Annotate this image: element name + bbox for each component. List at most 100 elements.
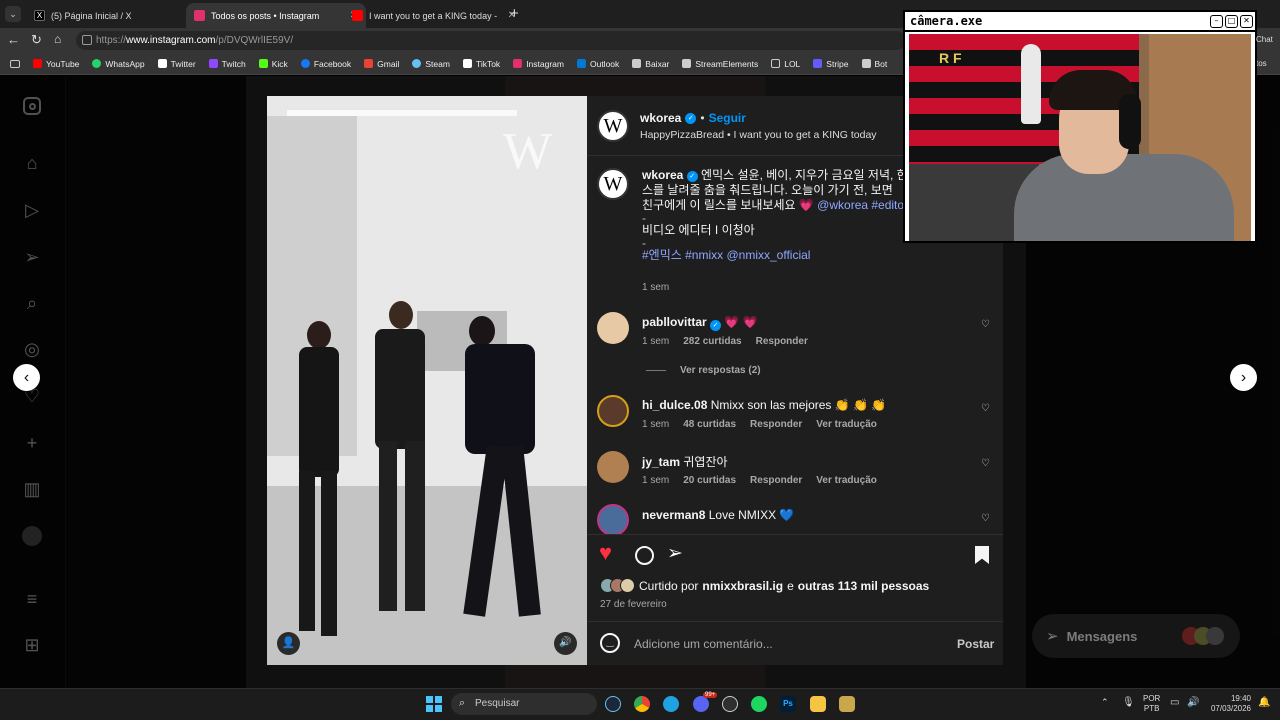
reply-button[interactable]: Responder — [756, 336, 808, 347]
comment-avatar[interactable] — [597, 312, 629, 344]
ceiling-light — [287, 110, 517, 116]
emoji-icon[interactable]: ‿ — [600, 633, 620, 653]
comment-username[interactable]: hi_dulce.08 — [642, 398, 707, 412]
url-prefix: https:// — [96, 35, 127, 46]
windows-start-icon[interactable] — [426, 696, 442, 712]
reading-list-icon[interactable] — [10, 59, 20, 68]
headphones — [1119, 94, 1141, 149]
comment-input[interactable]: Adicione um comentário... — [634, 637, 773, 651]
audio-attribution[interactable]: HappyPizzaBread • I want you to get a KI… — [640, 129, 877, 141]
comment-likes[interactable]: 48 curtidas — [683, 419, 736, 430]
tab-list-button[interactable]: ⌄ — [5, 6, 21, 22]
bookmark-lol[interactable]: LOL — [771, 59, 800, 69]
tray-chevron-icon[interactable]: ⌃ — [1101, 697, 1109, 708]
microphone-icon[interactable]: 🎙 — [1122, 697, 1135, 708]
whatsapp-icon — [92, 59, 102, 68]
edge-app-icon[interactable] — [663, 696, 679, 712]
network-icon[interactable]: ▭ — [1170, 697, 1179, 708]
folder-icon — [771, 59, 781, 68]
home-icon[interactable]: ⌂ — [54, 32, 61, 46]
url-field[interactable]: https://www.instagram.com/p/DVQWrlIE59V/ — [76, 31, 906, 50]
comment-avatar[interactable] — [597, 451, 629, 483]
reply-button[interactable]: Responder — [750, 419, 802, 430]
author-username[interactable]: wkorea — [640, 111, 681, 125]
bookmark-facebook[interactable]: Facebook — [300, 59, 351, 69]
reload-icon[interactable]: ↻ — [31, 32, 42, 48]
volume-icon[interactable]: 🔊 — [1187, 697, 1199, 708]
tab-x-home[interactable]: X (5) Página Inicial / X ✕ — [26, 3, 206, 28]
like-comment-icon[interactable]: ♡ — [981, 403, 990, 414]
bookmark-whatsapp[interactable]: WhatsApp — [92, 59, 145, 69]
bookmark-twitter[interactable]: Twitter — [157, 59, 196, 69]
comment-likes[interactable]: 20 curtidas — [683, 475, 736, 486]
spotify-app-icon[interactable] — [751, 696, 767, 712]
previous-post-button[interactable]: ‹ — [13, 364, 40, 391]
post-comment-button[interactable]: Postar — [957, 637, 994, 651]
like-comment-icon[interactable]: ♡ — [981, 458, 990, 469]
like-heart-icon[interactable]: ♥ — [599, 540, 612, 566]
like-comment-icon[interactable]: ♡ — [981, 513, 990, 524]
notification-bell-icon[interactable]: 🔔 — [1258, 697, 1270, 708]
translate-button[interactable]: Ver tradução — [816, 475, 877, 486]
comment-avatar[interactable] — [597, 504, 629, 536]
comment-username[interactable]: jy_tam — [642, 455, 680, 469]
new-tab-button[interactable]: + — [510, 5, 519, 22]
language-indicator[interactable]: POR PTB — [1143, 694, 1160, 714]
bookmark-youtube[interactable]: YouTube — [33, 59, 79, 69]
caption-username[interactable]: wkorea — [642, 168, 683, 182]
bookmark-streamelements[interactable]: StreamElements — [682, 59, 758, 69]
site-info-icon[interactable] — [82, 35, 92, 45]
bookmark-instagram[interactable]: Instagram — [513, 59, 564, 69]
close-icon[interactable]: ✕ — [1240, 15, 1253, 28]
translate-button[interactable]: Ver tradução — [816, 419, 877, 430]
reply-button[interactable]: Responder — [750, 475, 802, 486]
taskbar-search[interactable]: Pesquisar — [451, 693, 597, 715]
comment-likes[interactable]: 282 curtidas — [683, 336, 741, 347]
caption-tags-2[interactable]: #엔믹스 #nmixx @nmixx_official — [642, 248, 992, 263]
bookmark-twitch[interactable]: Twitch — [208, 59, 246, 69]
like-comment-icon[interactable]: ♡ — [981, 319, 990, 330]
bookmark-bot[interactable]: Bot — [861, 59, 887, 69]
bookmark-outlook[interactable]: Outlook — [576, 59, 619, 69]
bookmark-kick[interactable]: Kick — [258, 59, 288, 69]
steam-app-icon[interactable] — [605, 696, 621, 712]
reel-video[interactable]: W 👤 🔊 — [267, 96, 587, 665]
messages-button[interactable]: ➢ Mensagens — [1032, 614, 1240, 658]
comment-username[interactable]: neverman8 — [642, 508, 705, 522]
bookmark-tiktok[interactable]: TikTok — [462, 59, 500, 69]
bookmark-gmail[interactable]: Gmail — [364, 59, 399, 69]
minimize-icon[interactable]: – — [1210, 15, 1223, 28]
comment-username[interactable]: pabllovittar — [642, 315, 707, 329]
comment-text: Love NMIXX 💙 — [708, 508, 795, 522]
likes-user[interactable]: nmixxbrasil.ig — [702, 579, 783, 593]
obs-app-icon[interactable] — [722, 696, 738, 712]
tagged-users-button[interactable]: 👤 — [277, 632, 300, 655]
view-replies[interactable]: Ver respostas (2) — [646, 365, 761, 376]
next-post-button[interactable]: › — [1230, 364, 1257, 391]
back-icon[interactable]: ← — [7, 32, 20, 47]
likes-others[interactable]: outras 113 mil pessoas — [798, 579, 929, 593]
bookmarks-overflow[interactable]: tos — [1256, 59, 1267, 68]
discord-app-icon[interactable] — [693, 696, 709, 712]
audio-toggle-button[interactable]: 🔊 — [554, 632, 577, 655]
bookmark-steam[interactable]: Steam — [412, 59, 450, 69]
maximize-icon[interactable]: □ — [1225, 15, 1238, 28]
clock[interactable]: 19:40 07/03/2026 — [1207, 694, 1251, 714]
caption-avatar[interactable]: W — [597, 168, 629, 200]
comment-avatar[interactable] — [597, 395, 629, 427]
file-explorer-icon[interactable] — [810, 696, 826, 712]
caption-tags-1[interactable]: @wkorea #editor — [817, 198, 908, 212]
author-avatar[interactable]: W — [597, 110, 629, 142]
likes-row[interactable]: Curtido por nmixxbrasil.ig e outras 113 … — [600, 578, 929, 593]
photoshop-app-icon[interactable]: Ps — [780, 696, 796, 712]
chat-label[interactable]: Chat — [1256, 35, 1273, 44]
app-icon[interactable] — [839, 696, 855, 712]
comment-icon[interactable] — [635, 546, 654, 565]
follow-button[interactable]: Seguir — [709, 111, 746, 125]
bookmark-baixar[interactable]: Baixar — [632, 59, 669, 69]
tab-youtube[interactable]: I want you to get a KING today - Y ✕ — [344, 3, 524, 28]
bookmark-stripe[interactable]: Stripe — [813, 59, 849, 69]
tab-instagram[interactable]: Todos os posts • Instagram ✕ — [186, 3, 366, 28]
share-icon[interactable]: ➢ — [667, 542, 683, 565]
chrome-app-icon[interactable] — [634, 696, 650, 712]
